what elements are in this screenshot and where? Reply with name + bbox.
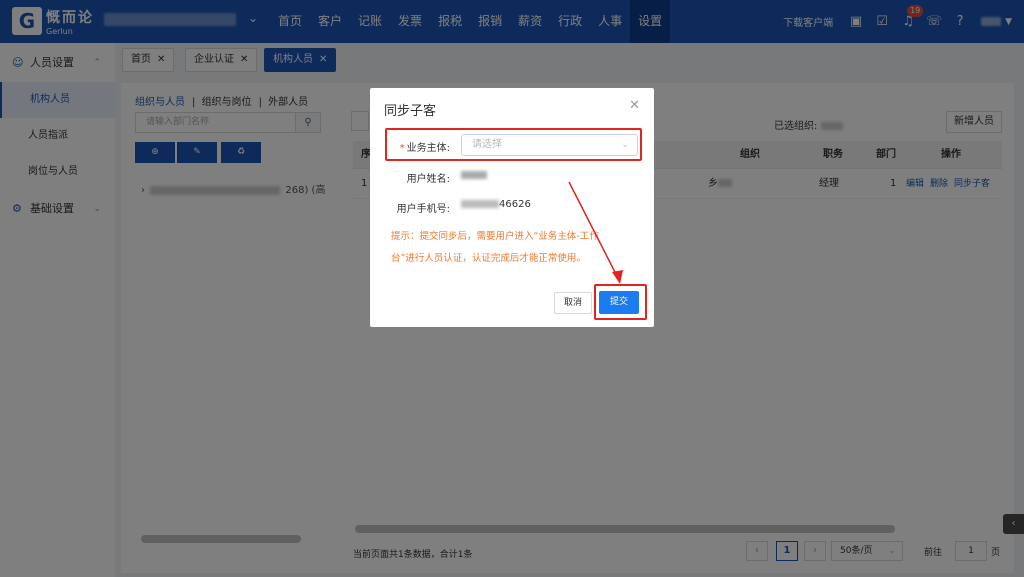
cancel-button[interactable]: 取消	[554, 292, 592, 314]
name-label: 用户姓名:	[406, 174, 450, 185]
phone-value: 46626	[461, 199, 531, 210]
highlight-entity-field	[385, 128, 642, 161]
close-icon[interactable]: ✕	[629, 98, 640, 113]
highlight-submit-button	[594, 284, 647, 320]
dialog-title: 同步子客	[384, 104, 437, 119]
sync-hint: 提示：提交同步后，需要用户进入“业务主体-工作 台”进行人员认证，认证完成后才能…	[391, 231, 599, 264]
phone-label: 用户手机号:	[396, 204, 450, 215]
user-name-value	[461, 170, 487, 181]
